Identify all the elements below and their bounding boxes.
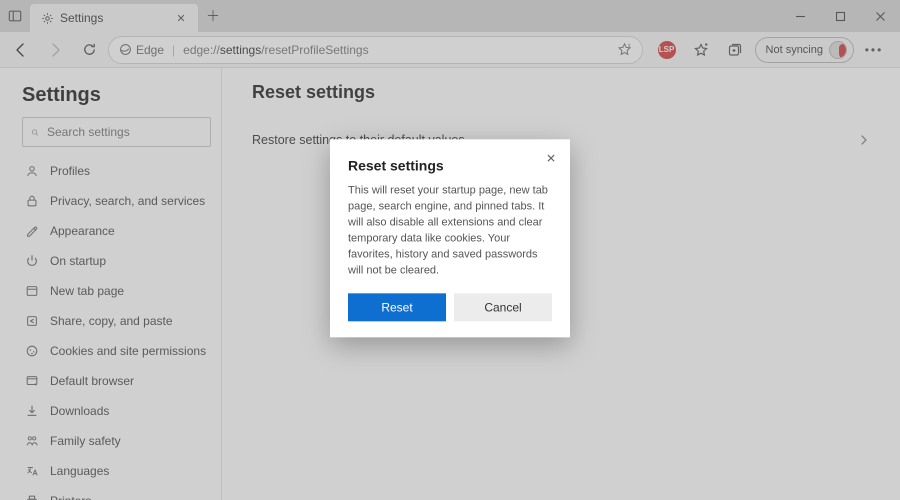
dialog-close-button[interactable]: ✕ [540, 147, 562, 169]
dialog-body: This will reset your startup page, new t… [348, 183, 552, 279]
dialog-title: Reset settings [348, 157, 552, 173]
dialog-buttons: Reset Cancel [348, 293, 552, 321]
cancel-button[interactable]: Cancel [454, 293, 552, 321]
reset-button[interactable]: Reset [348, 293, 446, 321]
reset-settings-dialog: ✕ Reset settings This will reset your st… [330, 139, 570, 337]
